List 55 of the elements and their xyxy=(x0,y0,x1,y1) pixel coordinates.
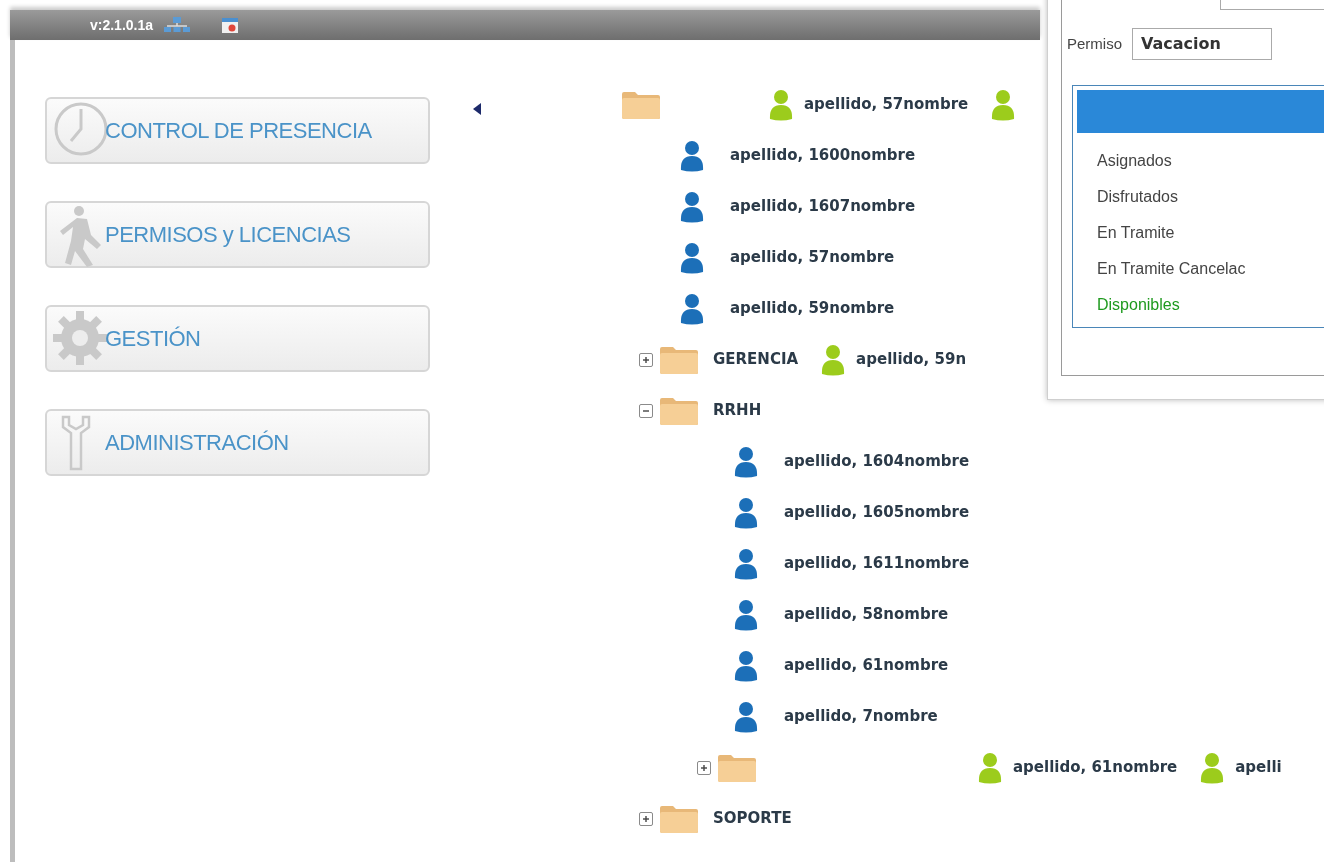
collapse-arrow-icon[interactable] xyxy=(473,103,481,115)
person-icon xyxy=(733,700,759,733)
person-icon xyxy=(820,343,847,376)
permiso-select[interactable]: Vacacion xyxy=(1132,28,1272,60)
version-label: v:2.1.0.1a xyxy=(90,15,154,35)
expand-toggle[interactable] xyxy=(697,760,711,775)
person-icon xyxy=(679,292,705,325)
plus-icon xyxy=(642,814,650,823)
calendar-icon[interactable] xyxy=(221,16,240,34)
folder-icon xyxy=(659,803,699,834)
manager-name[interactable]: apellido, 57nombre xyxy=(804,93,969,116)
expand-toggle[interactable] xyxy=(639,811,653,826)
folder-icon xyxy=(621,89,661,120)
collapse-toggle[interactable] xyxy=(639,403,653,418)
employee-name[interactable]: apellido, 59nombre xyxy=(730,297,895,320)
balance-label: Disponibles xyxy=(1097,295,1180,315)
folder-icon xyxy=(659,344,699,375)
employee-name[interactable]: apellido, 61nombre xyxy=(784,654,949,677)
person-icon xyxy=(733,445,759,478)
balance-label: Asignados xyxy=(1097,151,1172,171)
person-icon xyxy=(977,751,1003,784)
person-icon xyxy=(733,496,759,529)
employee-name[interactable]: apellido, 1605nombre xyxy=(784,501,970,524)
department-name[interactable]: GERENCIA xyxy=(713,348,799,371)
manager-name[interactable]: apellido, 61nombre xyxy=(1013,756,1178,779)
folder-icon xyxy=(717,752,757,783)
network-icon[interactable] xyxy=(163,16,192,34)
person-icon xyxy=(1199,751,1226,784)
balance-label: En Tramite Cancelac xyxy=(1097,259,1246,279)
department-name[interactable]: RRHH xyxy=(713,399,762,422)
employee-name[interactable]: apellido, 7nombre xyxy=(784,705,938,728)
manager-name[interactable]: apellido, 59n xyxy=(856,348,967,371)
expand-toggle[interactable] xyxy=(639,352,653,367)
permiso-label: Permiso xyxy=(1067,33,1122,54)
employee-name[interactable]: apellido, 1600nombre xyxy=(730,144,916,167)
person-icon xyxy=(679,139,705,172)
person-icon xyxy=(679,241,705,274)
employee-name[interactable]: apellido, 57nombre xyxy=(730,246,895,269)
employee-name[interactable]: apellido, 1604nombre xyxy=(784,450,970,473)
manager-name[interactable]: apelli xyxy=(1235,756,1282,779)
employee-name[interactable]: apellido, 1607nombre xyxy=(730,195,916,218)
person-icon xyxy=(768,88,794,121)
person-icon xyxy=(679,190,705,223)
balance-label: Disfrutados xyxy=(1097,187,1178,207)
employee-name[interactable]: apellido, 1611nombre xyxy=(784,552,970,575)
employee-name[interactable]: apellido, 58nombre xyxy=(784,603,949,626)
person-icon xyxy=(990,88,1017,121)
folder-icon xyxy=(659,395,699,426)
balance-label: En Tramite xyxy=(1097,223,1175,243)
person-icon xyxy=(733,598,759,631)
plus-icon xyxy=(700,763,708,772)
person-icon xyxy=(733,547,759,580)
person-icon xyxy=(733,649,759,682)
plus-icon xyxy=(642,355,650,364)
department-name[interactable]: SOPORTE xyxy=(713,807,792,830)
